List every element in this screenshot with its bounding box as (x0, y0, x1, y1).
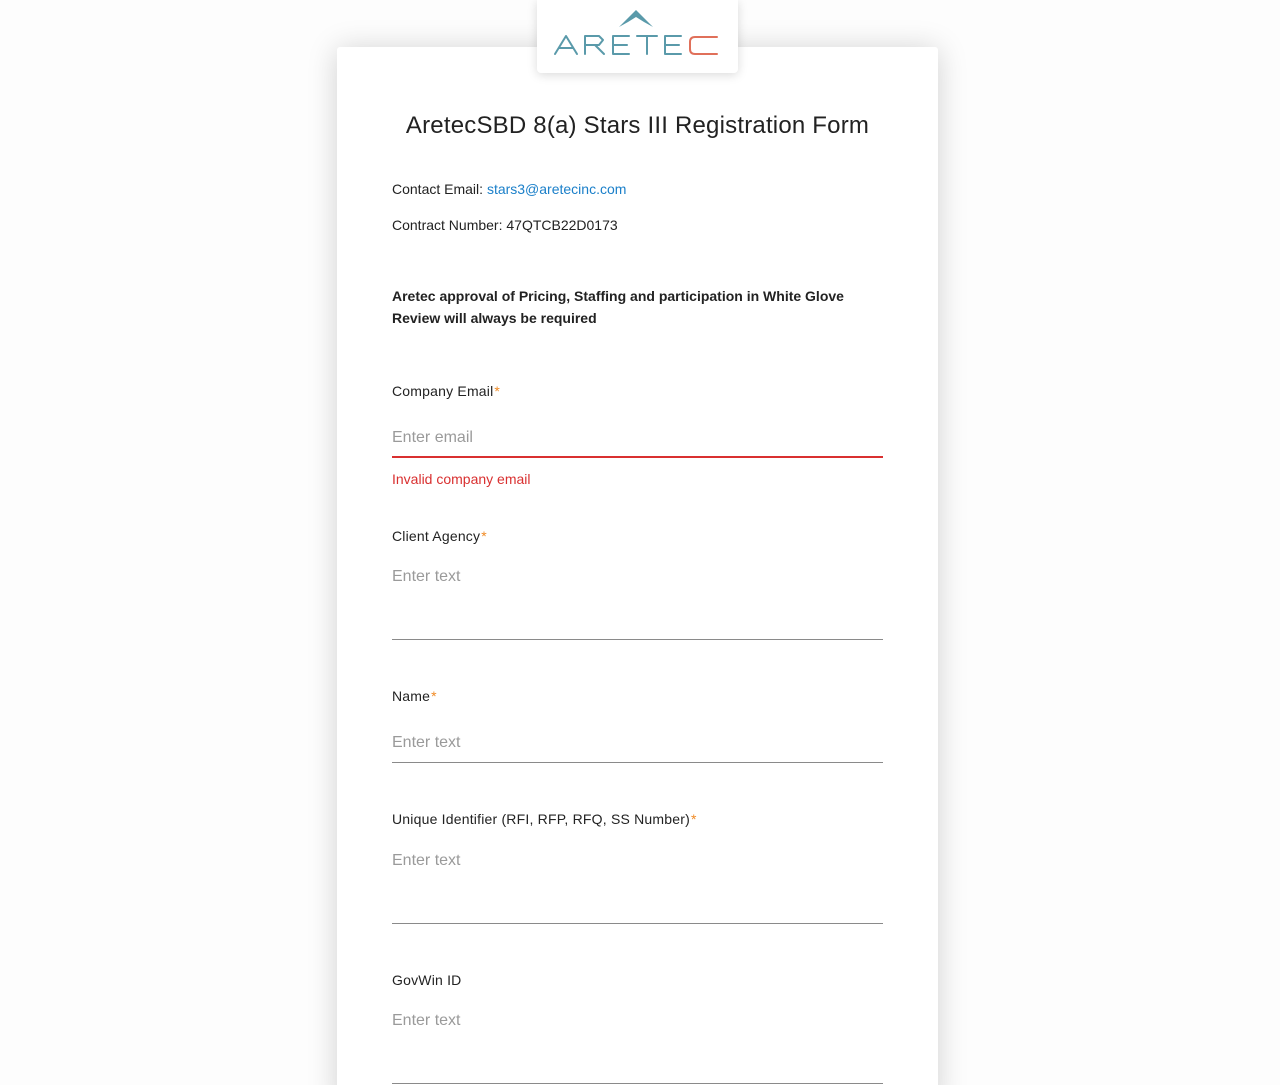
client-agency-input[interactable] (392, 557, 883, 640)
required-marker: * (690, 811, 697, 827)
registration-card: AretecSBD 8(a) Stars III Registration Fo… (337, 47, 938, 1085)
govwin-id-label-text: GovWin ID (392, 972, 462, 988)
form-title: AretecSBD 8(a) Stars III Registration Fo… (405, 112, 870, 139)
contact-email-link[interactable]: stars3@aretecinc.com (487, 181, 626, 197)
contact-email-line: Contact Email: stars3@aretecinc.com (392, 181, 626, 197)
required-marker: * (481, 528, 487, 544)
contract-number-value: 47QTCB22D0173 (506, 217, 618, 233)
govwin-id-input[interactable] (392, 1001, 883, 1084)
company-email-input[interactable] (392, 419, 883, 458)
unique-identifier-label: Unique Identifier (RFI, RFP, RFQ, SS Num… (392, 811, 697, 827)
company-email-label: Company Email* (392, 383, 500, 399)
client-agency-label-text: Client Agency (392, 528, 481, 544)
name-label-text: Name (392, 688, 431, 704)
name-label: Name* (392, 688, 437, 704)
approval-notice: Aretec approval of Pricing, Staffing and… (392, 288, 844, 326)
unique-identifier-label-text: Unique Identifier (RFI, RFP, RFQ, SS Num… (392, 811, 690, 827)
aretec-logo (554, 10, 718, 55)
logo-container (537, 0, 738, 73)
contract-number-line: Contract Number: 47QTCB22D0173 (392, 217, 618, 233)
unique-identifier-input[interactable] (392, 841, 883, 924)
contact-email-label: Contact Email: (392, 181, 487, 197)
name-input[interactable] (392, 724, 883, 763)
required-marker: * (494, 383, 501, 399)
page: AretecSBD 8(a) Stars III Registration Fo… (0, 0, 1280, 1085)
company-email-error: Invalid company email (392, 471, 531, 487)
company-email-label-text: Company Email (392, 383, 494, 399)
govwin-id-label: GovWin ID (392, 972, 461, 988)
contract-number-label: Contract Number: (392, 217, 507, 233)
required-marker: * (431, 688, 437, 704)
client-agency-label: Client Agency* (392, 528, 487, 544)
